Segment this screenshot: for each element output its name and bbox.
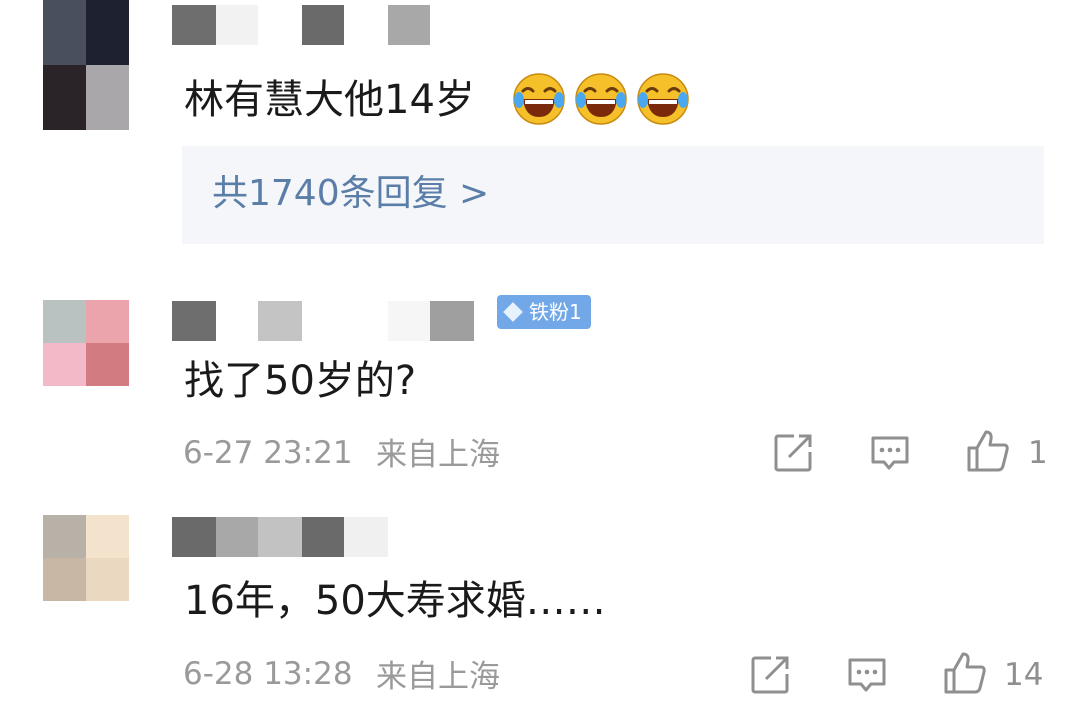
laugh-cry-emoji — [513, 73, 565, 125]
share-icon[interactable] — [772, 432, 814, 474]
comment-text: 找了50岁的? — [184, 358, 417, 404]
username-blurred[interactable] — [172, 301, 474, 341]
username-blurred[interactable] — [172, 517, 388, 557]
replies-box[interactable]: 共1740条回复 > — [182, 146, 1044, 244]
like-icon[interactable] — [965, 428, 1011, 474]
comment-time: 6-27 23:21 — [183, 435, 353, 471]
comment-icon[interactable] — [846, 654, 888, 696]
comment-location: 来自上海 — [376, 437, 500, 473]
share-icon[interactable] — [749, 654, 791, 696]
laugh-cry-emoji — [637, 73, 689, 125]
like-count: 14 — [1004, 657, 1044, 693]
like-count: 1 — [1028, 435, 1048, 471]
laugh-cry-emoji — [575, 73, 627, 125]
badge-label: 铁粉1 — [529, 300, 582, 324]
avatar[interactable] — [43, 300, 129, 386]
avatar[interactable] — [43, 515, 129, 601]
comment-icon[interactable] — [869, 432, 911, 474]
comment-location: 来自上海 — [376, 659, 500, 695]
diamond-icon — [503, 302, 523, 322]
fan-badge: 铁粉1 — [497, 295, 591, 329]
view-replies-link[interactable]: 共1740条回复 > — [212, 170, 489, 218]
avatar[interactable] — [43, 0, 129, 130]
like-icon[interactable] — [942, 650, 988, 696]
comment-text: 林有慧大他14岁 — [184, 77, 475, 123]
comment-time: 6-28 13:28 — [183, 656, 353, 692]
comment-text: 16年，50大寿求婚…… — [184, 578, 606, 624]
username-blurred[interactable] — [172, 5, 430, 45]
